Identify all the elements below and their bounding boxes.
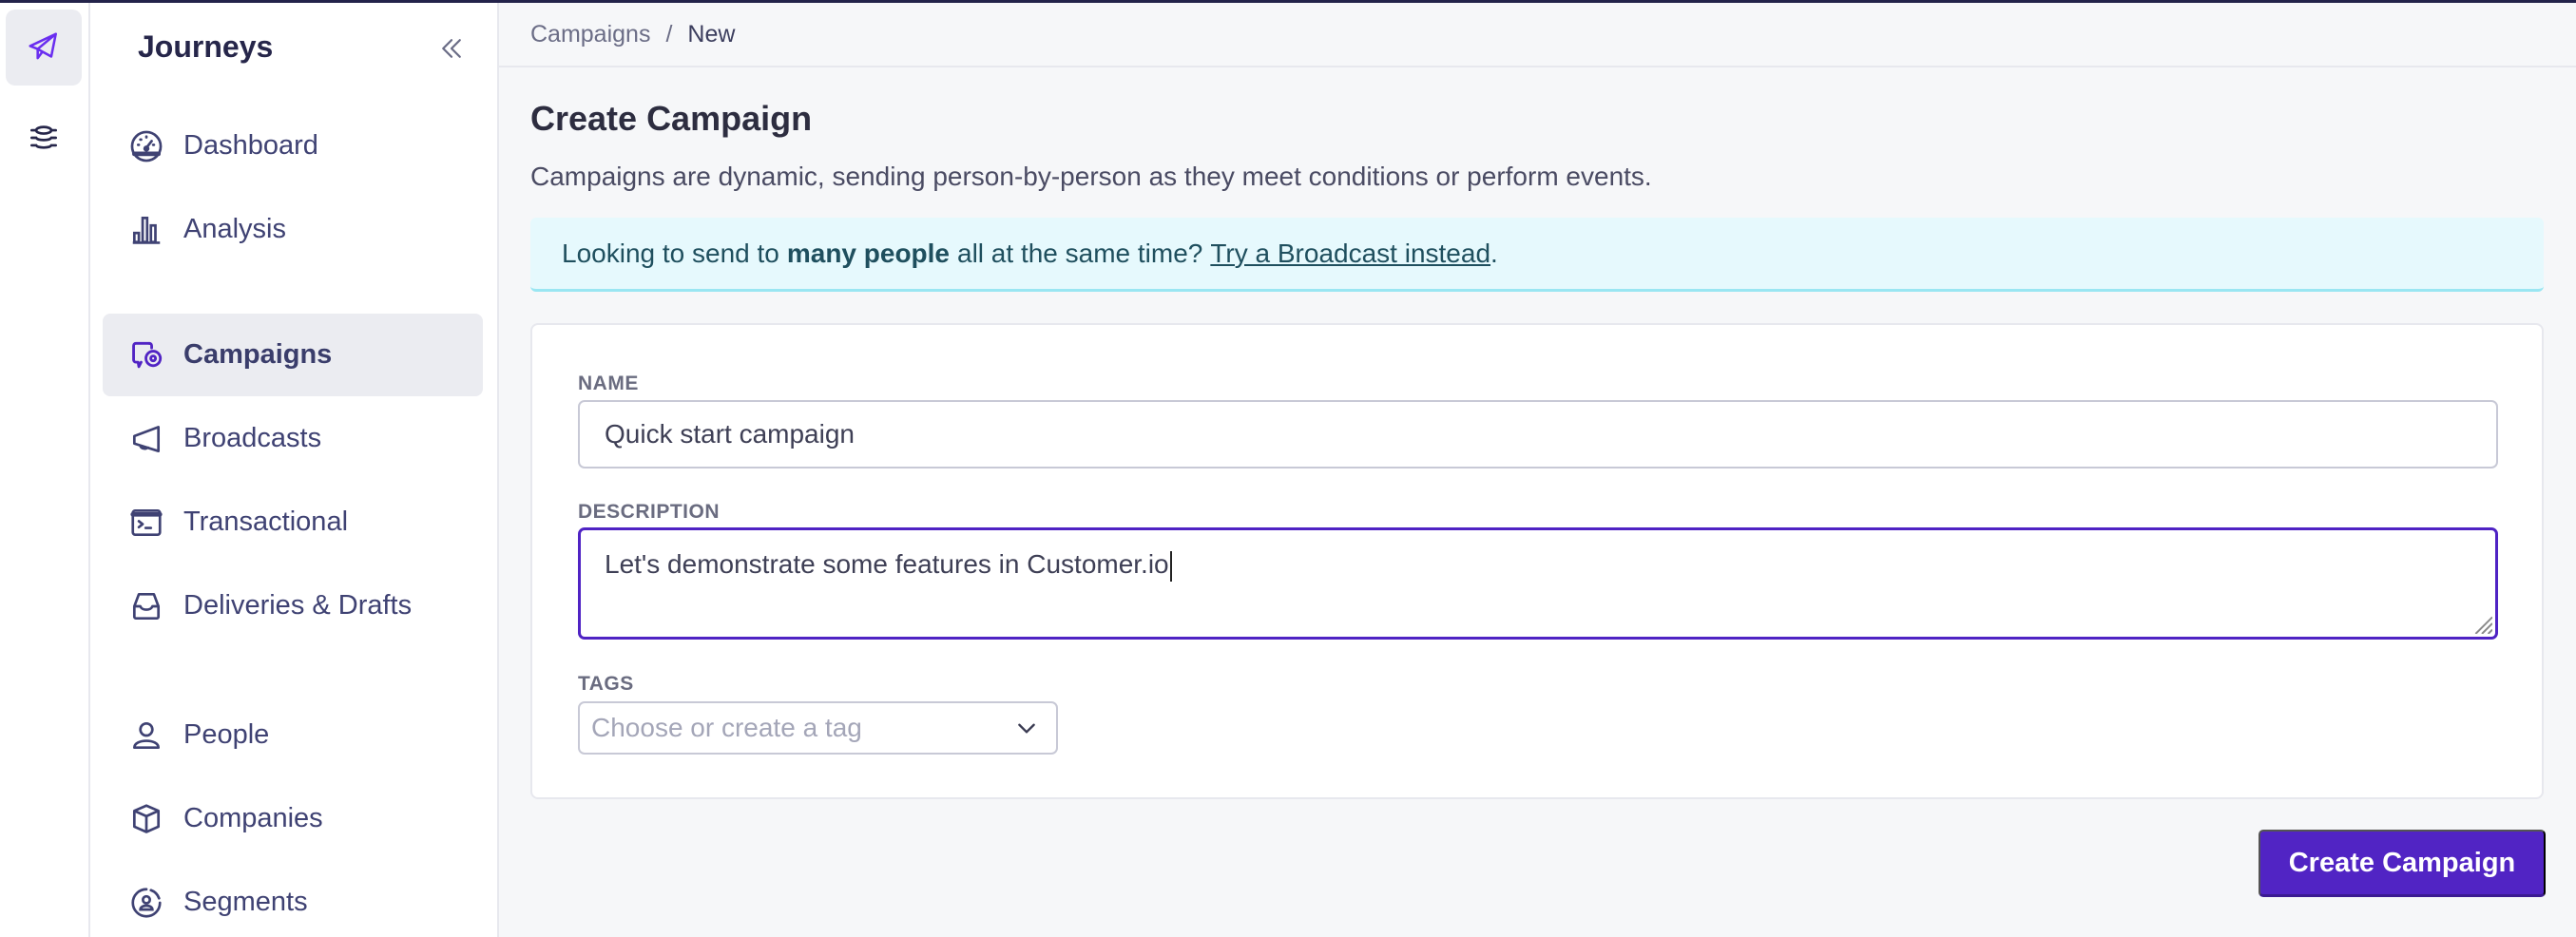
- sidebar-item-label: Deliveries & Drafts: [183, 590, 413, 621]
- sidebar: Journeys Dashboard Analysis Campaigns Br…: [90, 3, 499, 937]
- description-textarea[interactable]: Let's demonstrate some features in Custo…: [578, 527, 2498, 640]
- sidebar-item-label: Dashboard: [183, 130, 318, 161]
- page-subtitle: Campaigns are dynamic, sending person-by…: [530, 162, 1652, 191]
- sidebar-item-dashboard[interactable]: Dashboard: [103, 105, 483, 187]
- banner-text: Looking to send to: [562, 238, 779, 268]
- terminal-window-icon: [127, 504, 165, 542]
- sidebar-item-label: Segments: [183, 887, 308, 917]
- description-value: Let's demonstrate some features in Custo…: [605, 549, 1169, 579]
- name-value: Quick start campaign: [605, 419, 855, 449]
- main-content: Campaigns / New Create Campaign Campaign…: [499, 3, 2576, 937]
- sidebar-item-label: Broadcasts: [183, 423, 322, 453]
- banner-emphasis: many people: [786, 238, 951, 268]
- bar-chart-icon: [127, 211, 165, 249]
- collapse-sidebar-button[interactable]: [434, 31, 469, 66]
- person-icon: [127, 717, 165, 755]
- sidebar-item-transactional[interactable]: Transactional: [103, 481, 483, 564]
- name-label: NAME: [578, 373, 639, 394]
- gauge-icon: [127, 127, 165, 165]
- breadcrumb: Campaigns / New: [499, 3, 2576, 67]
- cube-icon: [127, 800, 165, 838]
- sidebar-item-broadcasts[interactable]: Broadcasts: [103, 397, 483, 480]
- sidebar-item-people[interactable]: People: [103, 694, 483, 776]
- tags-label: TAGS: [578, 673, 634, 695]
- tags-select[interactable]: Choose or create a tag: [578, 701, 1058, 755]
- sidebar-item-companies[interactable]: Companies: [103, 777, 483, 860]
- layers-stack-icon: [29, 125, 58, 149]
- breadcrumb-campaigns-link[interactable]: Campaigns: [530, 21, 650, 48]
- banner-trailing: .: [1490, 238, 1498, 268]
- sidebar-title: Journeys: [138, 29, 274, 64]
- tags-placeholder: Choose or create a tag: [591, 713, 862, 742]
- sidebar-item-deliveries-drafts[interactable]: Deliveries & Drafts: [103, 564, 483, 647]
- sidebar-item-label: Companies: [183, 803, 323, 833]
- campaign-form-card: NAME Quick start campaign DESCRIPTION Le…: [530, 323, 2544, 799]
- campaign-icon: [127, 336, 165, 374]
- segment-person-icon: [127, 884, 165, 922]
- sidebar-item-campaigns[interactable]: Campaigns: [103, 314, 483, 396]
- sidebar-item-label: Transactional: [183, 507, 349, 537]
- rail-data-button[interactable]: [6, 100, 82, 176]
- sidebar-item-segments[interactable]: Segments: [103, 861, 483, 937]
- sidebar-item-label: People: [183, 719, 270, 750]
- breadcrumb-current: New: [687, 20, 736, 48]
- try-broadcast-link[interactable]: Try a Broadcast instead: [1210, 239, 1490, 269]
- sidebar-item-label: Analysis: [183, 214, 286, 244]
- paper-plane-icon: [29, 32, 57, 60]
- app-rail: [0, 3, 90, 937]
- resize-handle-icon[interactable]: [2471, 613, 2492, 634]
- chevron-down-icon: [1018, 723, 1035, 734]
- create-campaign-button[interactable]: Create Campaign: [2259, 830, 2546, 897]
- megaphone-icon: [127, 420, 165, 458]
- chevrons-left-icon: [442, 39, 461, 58]
- sidebar-item-label: Campaigns: [183, 339, 333, 370]
- text-caret: [1169, 550, 1172, 582]
- rail-journeys-button[interactable]: [6, 10, 82, 86]
- breadcrumb-separator: /: [665, 20, 673, 48]
- page-title: Create Campaign: [530, 99, 813, 138]
- name-input[interactable]: Quick start campaign: [578, 400, 2498, 468]
- sidebar-item-analysis[interactable]: Analysis: [103, 188, 483, 271]
- banner-text-after: all at the same time?: [957, 238, 1203, 268]
- description-label: DESCRIPTION: [578, 501, 721, 523]
- inbox-tray-icon: [127, 587, 165, 625]
- broadcast-hint-banner: Looking to send to many people all at th…: [530, 218, 2544, 292]
